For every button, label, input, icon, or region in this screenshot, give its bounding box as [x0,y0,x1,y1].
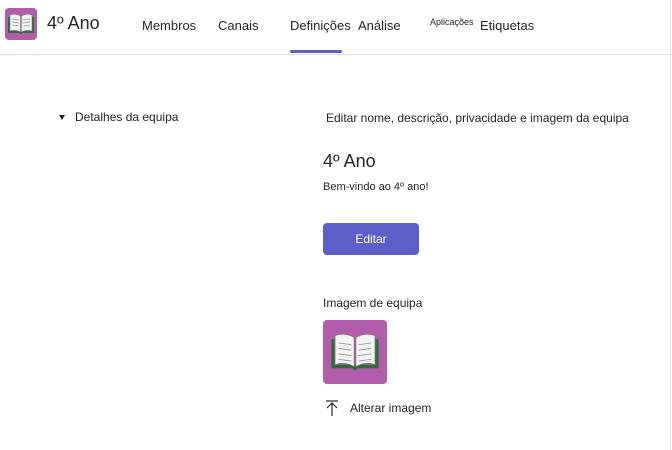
divider [670,0,671,450]
team-image [323,320,387,384]
caret-down-icon [59,115,65,120]
section-description: Editar nome, descrição, privacidade e im… [326,111,629,125]
tab-tags[interactable]: Etiquetas [480,18,534,33]
team-description: Bem-vindo ao 4º ano! [323,181,429,193]
tab-apps[interactable]: Aplicações [430,17,474,27]
tab-settings[interactable]: Definições [290,18,351,33]
team-details-toggle[interactable]: Detalhes da equipa [59,110,178,124]
section-title: Detalhes da equipa [75,110,179,124]
upload-icon [326,400,338,416]
edit-button[interactable]: Editar [323,223,419,255]
open-book-icon [331,333,379,371]
tab-members[interactable]: Membros [142,18,196,33]
active-tab-indicator [290,50,342,53]
change-image-label: Alterar imagem [350,401,432,415]
change-image-button[interactable]: Alterar imagem [325,400,431,416]
tab-channels[interactable]: Canais [218,18,258,33]
team-name-display: 4º Ano [323,151,376,171]
team-title: 4º Ano [47,13,100,33]
tab-analytics[interactable]: Análise [358,18,401,33]
team-avatar[interactable] [5,8,37,40]
open-book-icon [8,13,34,34]
team-image-label: Imagem de equipa [323,296,423,310]
team-header: 4º Ano Membros Canais Definições Análise… [0,0,672,55]
